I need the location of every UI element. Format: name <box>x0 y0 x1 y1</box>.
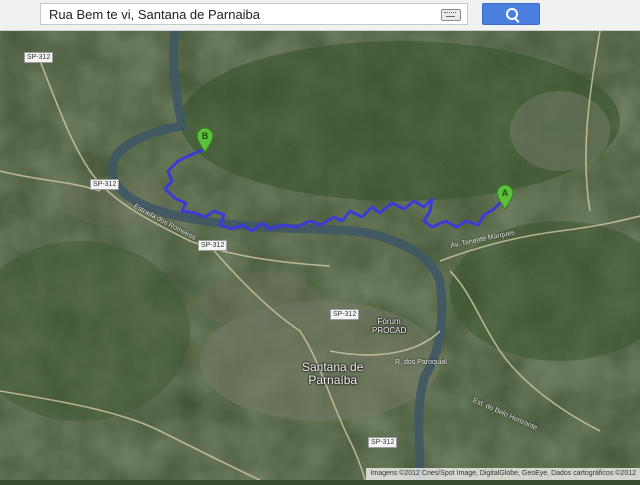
search-button[interactable] <box>482 3 540 25</box>
marker-a[interactable]: A <box>496 184 514 210</box>
city-label: Santana de Parnaíba <box>302 360 364 387</box>
satellite-map[interactable]: SP-312 SP-312 SP-312 SP-312 SP-312 Estra… <box>0 30 640 481</box>
road-label: SP-312 <box>330 309 360 320</box>
marker-b[interactable]: B <box>196 127 214 153</box>
road-label: SP-312 <box>198 240 228 251</box>
map-imagery <box>0 30 640 481</box>
keyboard-icon[interactable] <box>441 9 461 21</box>
street-label: R. dos Paroquial <box>395 359 447 366</box>
map-pin-icon: B <box>196 127 214 153</box>
road-label: SP-312 <box>90 179 120 190</box>
search-input[interactable]: Rua Bem te vi, Santana de Parnaiba <box>40 3 468 25</box>
search-icon <box>506 8 518 20</box>
search-query-text: Rua Bem te vi, Santana de Parnaiba <box>49 7 261 22</box>
forum-label: Fórum PROCAD <box>372 317 407 335</box>
search-bar: Rua Bem te vi, Santana de Parnaiba <box>0 0 640 31</box>
map-pin-icon: A <box>496 184 514 210</box>
marker-a-letter: A <box>502 188 509 198</box>
road-label: SP-312 <box>24 52 54 63</box>
marker-b-letter: B <box>202 131 209 141</box>
map-attribution: Imagens ©2012 Cnes/Spot Image, DigitalGl… <box>366 468 640 480</box>
road-label: SP-312 <box>368 437 398 448</box>
